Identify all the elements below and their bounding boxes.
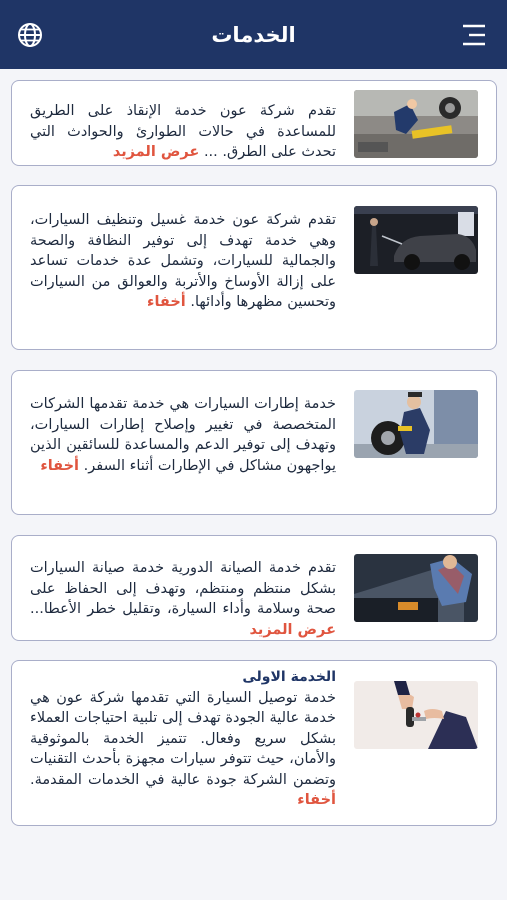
menu-icon[interactable] bbox=[461, 23, 487, 47]
roadside-assistance-photo bbox=[354, 90, 478, 158]
hide-link[interactable]: أخفاء bbox=[40, 458, 79, 474]
app-bar: الخدمات bbox=[0, 0, 507, 69]
tire-service-photo bbox=[354, 390, 478, 458]
show-more-link[interactable]: عرض المزيد bbox=[250, 622, 336, 638]
service-card[interactable]: خدمة إطارات السيارات هي خدمة تقدمها الشر… bbox=[11, 370, 497, 515]
service-description: تقدم خدمة الصيانة الدورية خدمة صيانة الس… bbox=[30, 558, 336, 640]
service-description: خدمة إطارات السيارات هي خدمة تقدمها الشر… bbox=[30, 394, 336, 476]
page-title: الخدمات bbox=[211, 22, 296, 47]
show-more-link[interactable]: عرض المزيد bbox=[113, 144, 199, 160]
service-description-text: تقدم خدمة الصيانة الدورية خدمة صيانة الس… bbox=[30, 560, 336, 617]
car-wash-photo bbox=[354, 206, 478, 274]
menu-icon-svg bbox=[463, 24, 485, 46]
globe-icon[interactable] bbox=[16, 21, 44, 49]
service-card[interactable]: الخدمة الاولى خدمة توصيل السيارة التي تق… bbox=[11, 660, 497, 826]
service-description: تقدم شركة عون خدمة الإنقاذ على الطريق لل… bbox=[30, 101, 336, 163]
car-delivery-keys-photo bbox=[354, 681, 478, 749]
service-card[interactable]: تقدم شركة عون خدمة غسيل وتنظيف السيارات،… bbox=[11, 185, 497, 350]
hide-link[interactable]: أخفاء bbox=[297, 792, 336, 808]
service-description: تقدم شركة عون خدمة غسيل وتنظيف السيارات،… bbox=[30, 210, 336, 313]
service-description: الخدمة الاولى خدمة توصيل السيارة التي تق… bbox=[30, 667, 336, 811]
service-title: الخدمة الاولى bbox=[242, 669, 336, 685]
service-description-text: خدمة توصيل السيارة التي تقدمها شركة عون … bbox=[30, 689, 336, 788]
globe-icon-svg bbox=[18, 23, 42, 47]
periodic-maintenance-photo bbox=[354, 554, 478, 622]
hide-link[interactable]: أخفاء bbox=[147, 294, 186, 310]
service-card[interactable]: تقدم شركة عون خدمة الإنقاذ على الطريق لل… bbox=[11, 80, 497, 166]
service-card[interactable]: تقدم خدمة الصيانة الدورية خدمة صيانة الس… bbox=[11, 535, 497, 641]
